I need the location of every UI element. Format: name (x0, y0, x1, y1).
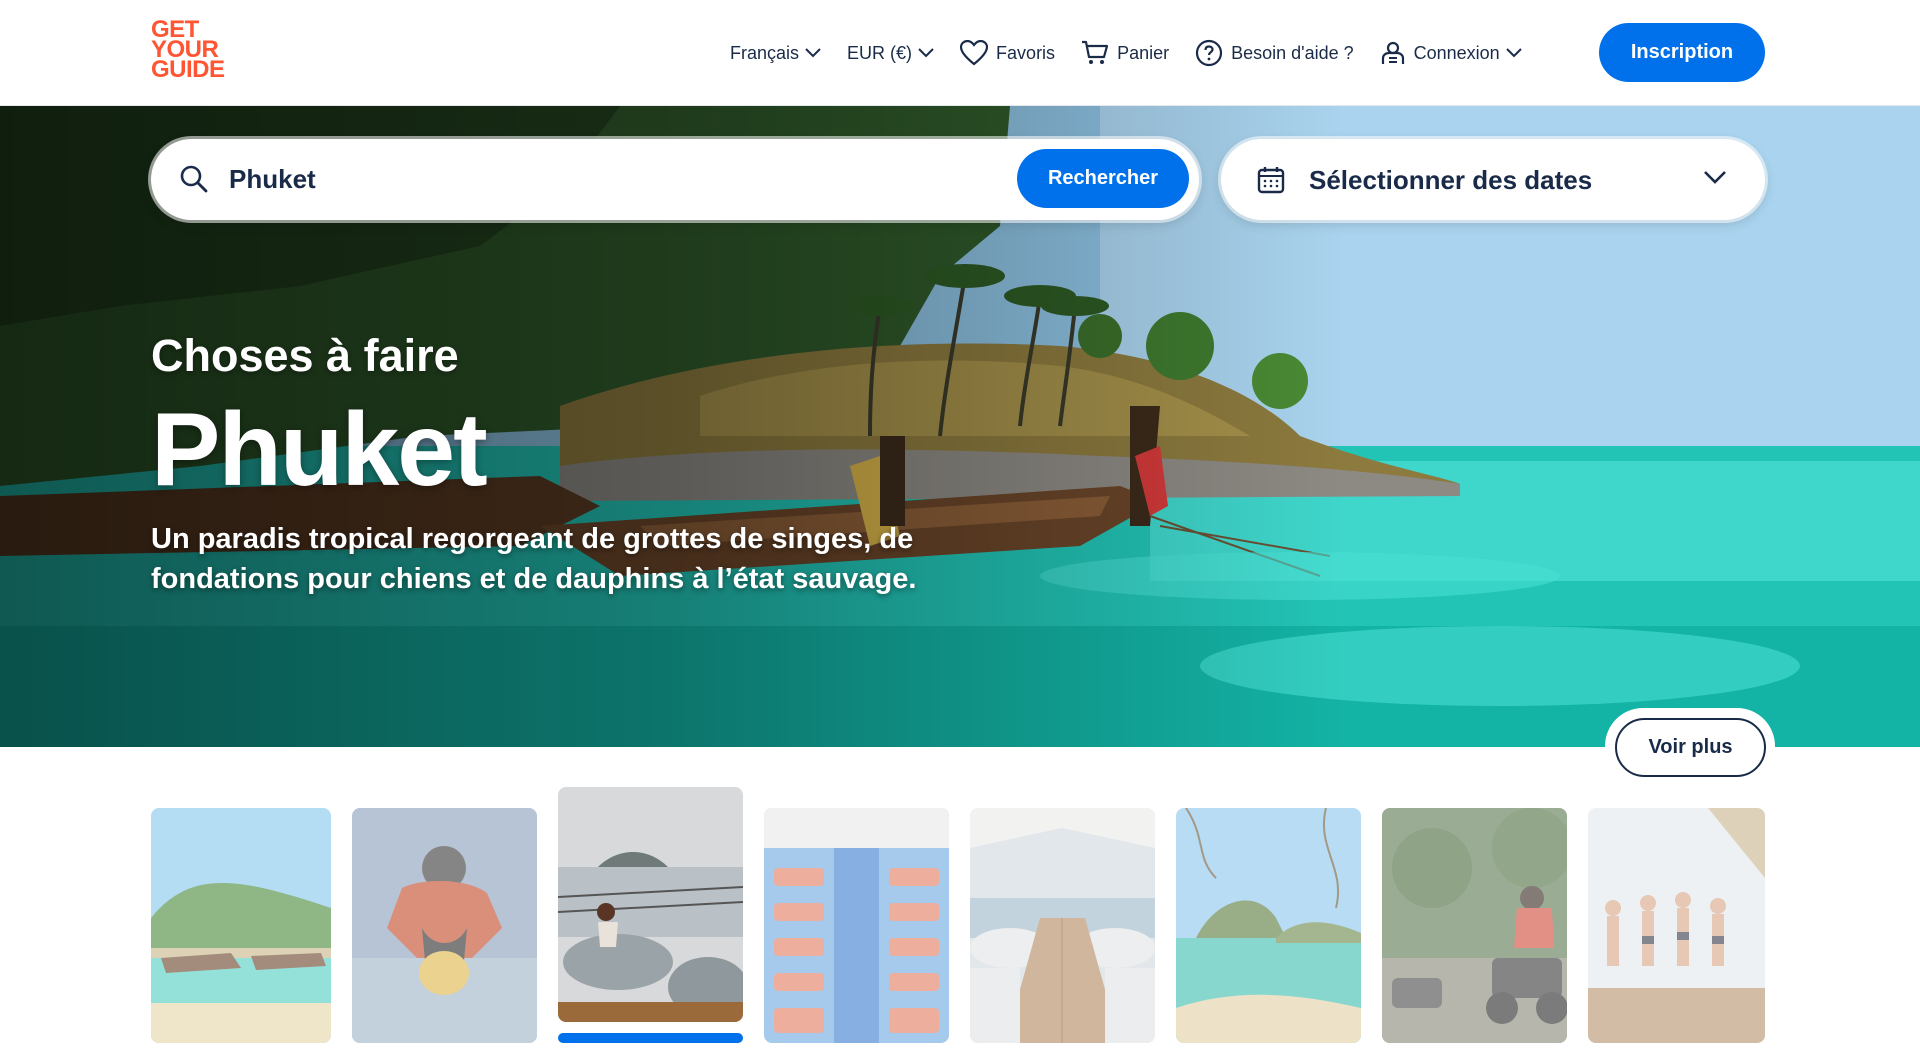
active-thumbnail-indicator (558, 1033, 743, 1043)
see-more-button[interactable]: Voir plus (1615, 718, 1766, 777)
chevron-down-icon (1703, 169, 1727, 190)
getyourguide-logo[interactable]: GET YOUR GUIDE (151, 18, 231, 86)
cart-label: Panier (1117, 42, 1170, 63)
thumbnail-boat-party[interactable] (1588, 808, 1765, 1043)
search-input[interactable] (229, 157, 929, 201)
thumbnail-yacht-deck[interactable] (970, 808, 1155, 1043)
site-header: GET YOUR GUIDE Français EUR (€) Favoris (0, 0, 1920, 106)
hero-subtitle: Un paradis tropical regorgeant de grotte… (151, 523, 917, 595)
language-selector[interactable]: Français (730, 43, 821, 64)
top-nav: Français EUR (€) Favoris Panier Besoin d… (730, 0, 1548, 106)
search-bar[interactable]: Rechercher (151, 139, 1199, 220)
help-link[interactable]: Besoin d'aide ? (1195, 39, 1354, 67)
login-menu[interactable]: Connexion (1380, 40, 1522, 66)
language-label: Français (730, 42, 800, 63)
chevron-down-icon (805, 48, 821, 58)
user-icon (1380, 40, 1406, 66)
chevron-down-icon (918, 48, 934, 58)
thumbnail-atv-quad[interactable] (1382, 808, 1567, 1043)
login-label: Connexion (1413, 42, 1500, 63)
chevron-down-icon (1505, 48, 1522, 58)
currency-label: EUR (€) (847, 42, 913, 63)
thumbnail-beach-longtail-boats[interactable] (151, 808, 331, 1043)
date-picker-label: Sélectionner des dates (1309, 165, 1593, 195)
favorites-label: Favoris (996, 42, 1056, 63)
search-button[interactable]: Rechercher (1017, 149, 1189, 208)
help-label: Besoin d'aide ? (1231, 42, 1354, 63)
search-icon (179, 164, 209, 199)
thumbnail-ferry-seats[interactable] (764, 808, 949, 1043)
date-picker[interactable]: Sélectionner des dates (1221, 139, 1765, 220)
thumbnail-boat-deck-beanbags[interactable] (558, 787, 743, 1022)
page-title: Phuket (151, 392, 488, 508)
favorites-link[interactable]: Favoris (960, 40, 1055, 66)
cart-link[interactable]: Panier (1081, 40, 1169, 66)
currency-selector[interactable]: EUR (€) (847, 43, 934, 64)
cart-icon (1081, 40, 1109, 66)
hero-kicker: Choses à faire (151, 330, 459, 381)
heart-icon (960, 40, 989, 66)
question-circle-icon (1195, 39, 1223, 67)
calendar-icon (1256, 165, 1286, 200)
logo-line-3: GUIDE (151, 56, 225, 83)
thumbnail-islands-bay[interactable] (1176, 808, 1361, 1043)
thumbnail-skydiving[interactable] (352, 808, 537, 1043)
signup-button[interactable]: Inscription (1599, 23, 1765, 82)
